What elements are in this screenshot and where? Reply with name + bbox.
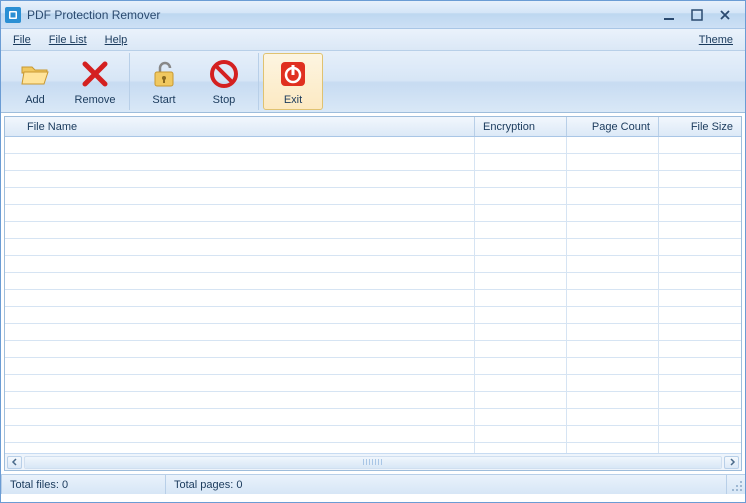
menu-help[interactable]: Help: [97, 31, 136, 49]
table-row[interactable]: [5, 324, 741, 341]
start-button[interactable]: Start: [134, 53, 194, 110]
stop-button[interactable]: Stop: [194, 53, 254, 110]
column-filesize[interactable]: File Size: [659, 117, 741, 136]
add-label: Add: [25, 94, 45, 106]
remove-label: Remove: [75, 94, 116, 106]
menu-theme[interactable]: Theme: [691, 31, 741, 49]
table-row[interactable]: [5, 375, 741, 392]
scroll-right-icon[interactable]: [724, 456, 739, 469]
window-controls: [659, 7, 741, 23]
resize-grip-icon[interactable]: [727, 475, 745, 494]
remove-button[interactable]: Remove: [65, 53, 125, 110]
table-body[interactable]: [5, 137, 741, 453]
table-row[interactable]: [5, 426, 741, 443]
exit-button[interactable]: Exit: [263, 53, 323, 110]
table-row[interactable]: [5, 307, 741, 324]
start-label: Start: [152, 94, 175, 106]
table-row[interactable]: [5, 341, 741, 358]
x-icon: [79, 58, 111, 90]
titlebar: PDF Protection Remover: [1, 1, 745, 29]
file-table: File Name Encryption Page Count File Siz…: [4, 116, 742, 471]
scroll-thumb[interactable]: [25, 457, 721, 468]
status-total-files: Total files: 0: [1, 475, 166, 494]
unlock-icon: [148, 58, 180, 90]
close-button[interactable]: [715, 7, 735, 23]
exit-label: Exit: [284, 94, 302, 106]
column-filename[interactable]: File Name: [5, 117, 475, 136]
stop-label: Stop: [213, 94, 236, 106]
window-title: PDF Protection Remover: [27, 8, 659, 22]
column-encryption[interactable]: Encryption: [475, 117, 567, 136]
folder-open-icon: [19, 58, 51, 90]
status-total-pages: Total pages: 0: [166, 475, 727, 494]
maximize-button[interactable]: [687, 7, 707, 23]
table-row[interactable]: [5, 358, 741, 375]
app-icon: [5, 7, 21, 23]
table-row[interactable]: [5, 154, 741, 171]
table-row[interactable]: [5, 137, 741, 154]
column-pagecount[interactable]: Page Count: [567, 117, 659, 136]
toolbar: Add Remove Start: [1, 51, 745, 113]
statusbar: Total files: 0 Total pages: 0: [1, 474, 745, 494]
table-row[interactable]: [5, 188, 741, 205]
table-row[interactable]: [5, 409, 741, 426]
table-row[interactable]: [5, 392, 741, 409]
power-icon: [277, 58, 309, 90]
table-row[interactable]: [5, 290, 741, 307]
scroll-track[interactable]: [24, 456, 722, 469]
table-row[interactable]: [5, 443, 741, 453]
table-row[interactable]: [5, 171, 741, 188]
prohibit-icon: [208, 58, 240, 90]
table-row[interactable]: [5, 222, 741, 239]
menu-file[interactable]: File: [5, 31, 39, 49]
table-row[interactable]: [5, 205, 741, 222]
table-row[interactable]: [5, 239, 741, 256]
menu-filelist[interactable]: File List: [41, 31, 95, 49]
horizontal-scrollbar[interactable]: [5, 453, 741, 470]
scroll-left-icon[interactable]: [7, 456, 22, 469]
add-button[interactable]: Add: [5, 53, 65, 110]
menubar: File File List Help Theme: [1, 29, 745, 51]
table-row[interactable]: [5, 256, 741, 273]
table-row[interactable]: [5, 273, 741, 290]
table-header: File Name Encryption Page Count File Siz…: [5, 117, 741, 137]
minimize-button[interactable]: [659, 7, 679, 23]
